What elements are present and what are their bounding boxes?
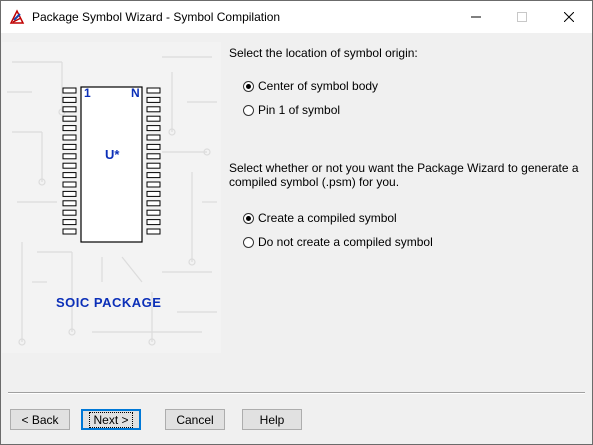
close-icon <box>564 12 574 22</box>
ic-pin-right <box>146 134 161 141</box>
minimize-button[interactable] <box>453 1 499 33</box>
ic-pin-right <box>146 219 161 226</box>
ic-pin-left <box>62 115 77 122</box>
back-button[interactable]: < Back <box>10 409 70 430</box>
maximize-icon <box>517 12 527 22</box>
next-button-label: Next > <box>89 411 133 428</box>
compile-create-label: Create a compiled symbol <box>258 211 397 225</box>
origin-pin1-radio[interactable] <box>243 104 254 116</box>
origin-center-label: Center of symbol body <box>258 79 379 93</box>
package-illustration: 1 N U* SOIC PACKAGE <box>2 42 221 353</box>
origin-prompt: Select the location of symbol origin: <box>229 46 418 60</box>
ic-pin-left <box>62 228 77 235</box>
soic-package-diagram: 1 N U* SOIC PACKAGE <box>7 56 217 346</box>
ic-pin-left <box>62 162 77 169</box>
title-bar: Package Symbol Wizard - Symbol Compilati… <box>1 1 592 33</box>
maximize-button[interactable] <box>499 1 545 33</box>
ic-pin-right <box>146 181 161 188</box>
window-title: Package Symbol Wizard - Symbol Compilati… <box>32 10 281 24</box>
ic-pin-right <box>146 209 161 216</box>
origin-center-radio[interactable] <box>243 80 254 92</box>
ic-pin-left <box>62 143 77 150</box>
next-button[interactable]: Next > <box>81 409 141 430</box>
ic-pin-right <box>146 125 161 132</box>
compile-option-create[interactable]: Create a compiled symbol <box>243 211 397 225</box>
ic-pin-left <box>62 153 77 160</box>
help-button-label: Help <box>259 412 285 427</box>
ic-pin-left <box>62 106 77 113</box>
ic-pin-left <box>62 209 77 216</box>
app-icon <box>9 9 25 24</box>
ic-pin-right <box>146 106 161 113</box>
ic-pin-right <box>146 143 161 150</box>
ic-pin-left <box>62 200 77 207</box>
ic-pin-left <box>62 87 77 94</box>
ic-pin-right <box>146 162 161 169</box>
origin-pin1-label: Pin 1 of symbol <box>258 103 341 117</box>
compile-skip-label: Do not create a compiled symbol <box>258 235 433 249</box>
help-button[interactable]: Help <box>242 409 302 430</box>
ic-pin-left <box>62 190 77 197</box>
ic-pin-left <box>62 219 77 226</box>
ic-pin-right <box>146 228 161 235</box>
origin-option-center[interactable]: Center of symbol body <box>243 79 378 93</box>
minimize-icon <box>471 16 481 18</box>
compile-prompt-line2: compiled symbol (.psm) for you. <box>229 175 400 189</box>
pin-last-label: N <box>131 86 140 100</box>
compile-skip-radio[interactable] <box>243 236 254 248</box>
ic-pin-right <box>146 200 161 207</box>
ic-pin-left <box>62 172 77 179</box>
wizard-body: 1 N U* SOIC PACKAGE Select the location … <box>1 33 592 444</box>
ic-pin-right <box>146 96 161 103</box>
package-name: SOIC PACKAGE <box>56 295 161 310</box>
ic-pin-left <box>62 96 77 103</box>
ic-pin-right <box>146 190 161 197</box>
ic-pin-left <box>62 181 77 188</box>
ic-pin-right <box>146 172 161 179</box>
compile-create-radio[interactable] <box>243 212 254 224</box>
ic-pin-right <box>146 153 161 160</box>
ic-pin-right <box>146 115 161 122</box>
button-separator <box>8 392 585 394</box>
cancel-button[interactable]: Cancel <box>165 409 225 430</box>
pin-first-label: 1 <box>84 86 91 100</box>
ic-pin-left <box>62 125 77 132</box>
compile-prompt-line1: Select whether or not you want the Packa… <box>229 161 579 175</box>
close-button[interactable] <box>546 1 592 33</box>
cancel-button-label: Cancel <box>176 412 214 427</box>
back-button-label: < Back <box>21 412 59 427</box>
ic-pin-left <box>62 134 77 141</box>
origin-option-pin1[interactable]: Pin 1 of symbol <box>243 103 340 117</box>
ic-pin-right <box>146 87 161 94</box>
wizard-window: Package Symbol Wizard - Symbol Compilati… <box>0 0 593 445</box>
ref-designator: U* <box>105 147 120 162</box>
ic-body <box>80 86 143 243</box>
compile-option-skip[interactable]: Do not create a compiled symbol <box>243 235 433 249</box>
